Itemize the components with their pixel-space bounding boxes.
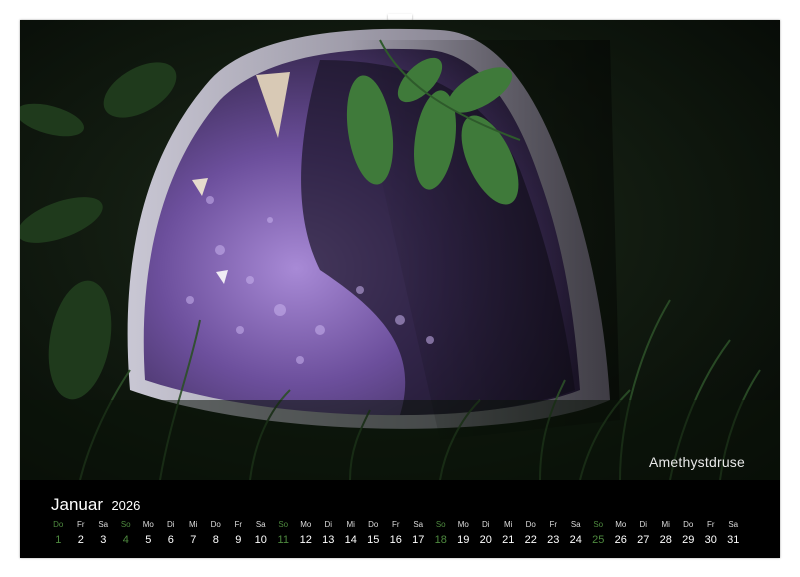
day-number: 18 xyxy=(434,534,447,546)
day-number: 28 xyxy=(659,534,672,546)
day-number: 2 xyxy=(77,534,84,546)
calendar-page: Amethystdruse Januar 2026 Do Fr Sa So Mo Di Mi… xyxy=(20,20,780,558)
weekday-label: Do xyxy=(683,520,694,529)
day-number: 5 xyxy=(145,534,152,546)
day-number: 20 xyxy=(479,534,492,546)
weekday-label: Di xyxy=(166,520,175,529)
photo-caption: Amethystdruse xyxy=(649,454,745,470)
weekday-label: Mi xyxy=(504,520,513,529)
weekday-label: Mi xyxy=(189,520,198,529)
year-label: 2026 xyxy=(111,498,141,513)
weekday-label: Sa xyxy=(728,520,739,529)
day-number: 23 xyxy=(547,534,560,546)
weekday-label: Sa xyxy=(255,520,266,529)
weekday-label: Fr xyxy=(391,520,400,529)
day-number: 11 xyxy=(277,534,289,546)
day-number: 7 xyxy=(190,534,197,546)
weekday-label: Do xyxy=(525,520,536,529)
day-number: 3 xyxy=(100,534,107,546)
weekday-label: Fr xyxy=(76,520,85,529)
day-number: 31 xyxy=(727,534,740,546)
weekday-label: Di xyxy=(639,520,648,529)
weekday-label: Do xyxy=(368,520,379,529)
day-number: 9 xyxy=(235,534,242,546)
day-number: 8 xyxy=(212,534,219,546)
calendar-grid: Do Fr Sa So Mo Di Mi Do Fr Sa So Mo Di Mi Do Fr Sa So Mo Di… xyxy=(47,518,767,548)
weekday-label: Sa xyxy=(98,520,109,529)
day-number: 30 xyxy=(704,534,717,546)
day-number: 24 xyxy=(569,534,582,546)
weekday-label: So xyxy=(593,520,604,529)
amethyst-photo xyxy=(20,20,780,480)
weekday-label: Do xyxy=(210,520,221,529)
weekday-label: Di xyxy=(481,520,490,529)
weekday-label: Mo xyxy=(300,520,312,529)
weekday-label: Sa xyxy=(413,520,424,529)
day-number: 26 xyxy=(614,534,627,546)
day-number: 16 xyxy=(389,534,402,546)
weekday-row: Do Fr Sa So Mo Di Mi Do Fr Sa So Mo Di Mi Do Fr Sa So Mo Di… xyxy=(47,518,767,532)
day-number: 14 xyxy=(344,534,357,546)
day-number: 27 xyxy=(637,534,650,546)
day-number: 12 xyxy=(299,534,312,546)
weekday-label: Fr xyxy=(234,520,243,529)
calendar-title: Januar 2026 xyxy=(51,495,140,515)
weekday-label: Do xyxy=(53,520,64,529)
day-number: 15 xyxy=(367,534,380,546)
weekday-label: So xyxy=(278,520,289,529)
weekday-label: Sa xyxy=(570,520,581,529)
day-number: 6 xyxy=(167,534,174,546)
day-number-row: 1 2 3 4 5 6 7 8 9 10 11 12 13 14 15 16 17 18 19 20 21 22 23 24 2… xyxy=(47,532,767,548)
month-label: Januar xyxy=(51,495,103,514)
day-number: 21 xyxy=(502,534,515,546)
day-number: 19 xyxy=(457,534,470,546)
day-number: 25 xyxy=(592,534,605,546)
weekday-label: Mo xyxy=(615,520,627,529)
weekday-label: Mi xyxy=(661,520,670,529)
day-number: 22 xyxy=(524,534,537,546)
weekday-label: Mo xyxy=(142,520,154,529)
day-number: 29 xyxy=(682,534,695,546)
amethyst-geode-image xyxy=(20,20,780,480)
day-number: 13 xyxy=(322,534,335,546)
weekday-label: Di xyxy=(324,520,333,529)
weekday-label: Mo xyxy=(457,520,469,529)
weekday-label: Fr xyxy=(706,520,715,529)
weekday-label: Fr xyxy=(549,520,558,529)
weekday-label: So xyxy=(120,520,131,529)
day-number: 1 xyxy=(55,534,62,546)
weekday-label: So xyxy=(435,520,446,529)
day-number: 10 xyxy=(254,534,267,546)
calendar-strip: Januar 2026 Do Fr Sa So Mo Di Mi Do Fr Sa So Mo Di Mi… xyxy=(20,480,780,558)
day-number: 4 xyxy=(122,534,129,546)
weekday-label: Mi xyxy=(346,520,355,529)
day-number: 17 xyxy=(412,534,425,546)
